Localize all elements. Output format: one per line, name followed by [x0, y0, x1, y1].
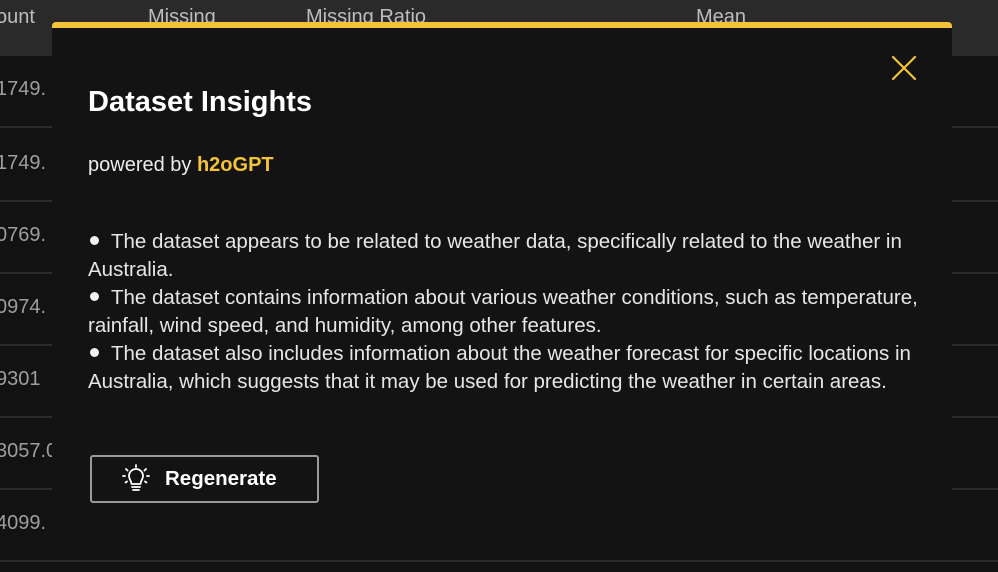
- bullet-icon: [90, 348, 99, 358]
- table-cell: 3057.0: [0, 440, 58, 462]
- list-item: The dataset contains information about v…: [88, 284, 922, 340]
- list-item: The dataset also includes information ab…: [88, 340, 922, 396]
- table-cell: 0974.: [0, 296, 47, 318]
- insights-dialog: Dataset Insights powered by h2oGPT The d…: [52, 22, 952, 532]
- insight-text: The dataset appears to be related to wea…: [88, 230, 902, 281]
- dialog-title: Dataset Insights: [88, 86, 312, 118]
- close-icon[interactable]: [890, 54, 918, 82]
- list-item: The dataset appears to be related to wea…: [88, 228, 922, 284]
- powered-by-text: powered by h2oGPT: [88, 154, 274, 177]
- powered-by-prefix: powered by: [88, 154, 192, 176]
- regenerate-button[interactable]: Regenerate: [90, 455, 319, 503]
- lightbulb-icon: [122, 464, 150, 491]
- insight-text: The dataset contains information about v…: [88, 286, 918, 337]
- bullet-icon: [90, 292, 99, 302]
- table-cell: 1749.: [0, 152, 47, 174]
- insights-list: The dataset appears to be related to wea…: [88, 228, 922, 396]
- table-cell: 1749.: [0, 78, 47, 100]
- table-cell: 9301: [0, 368, 41, 390]
- regenerate-label: Regenerate: [165, 467, 277, 490]
- table-cell: 4099.: [0, 512, 47, 534]
- brand-name: h2oGPT: [196, 154, 274, 176]
- table-cell: 0769.: [0, 224, 47, 246]
- column-header-count: ount: [0, 6, 35, 28]
- bullet-icon: [90, 236, 99, 246]
- insight-text: The dataset also includes information ab…: [88, 342, 911, 393]
